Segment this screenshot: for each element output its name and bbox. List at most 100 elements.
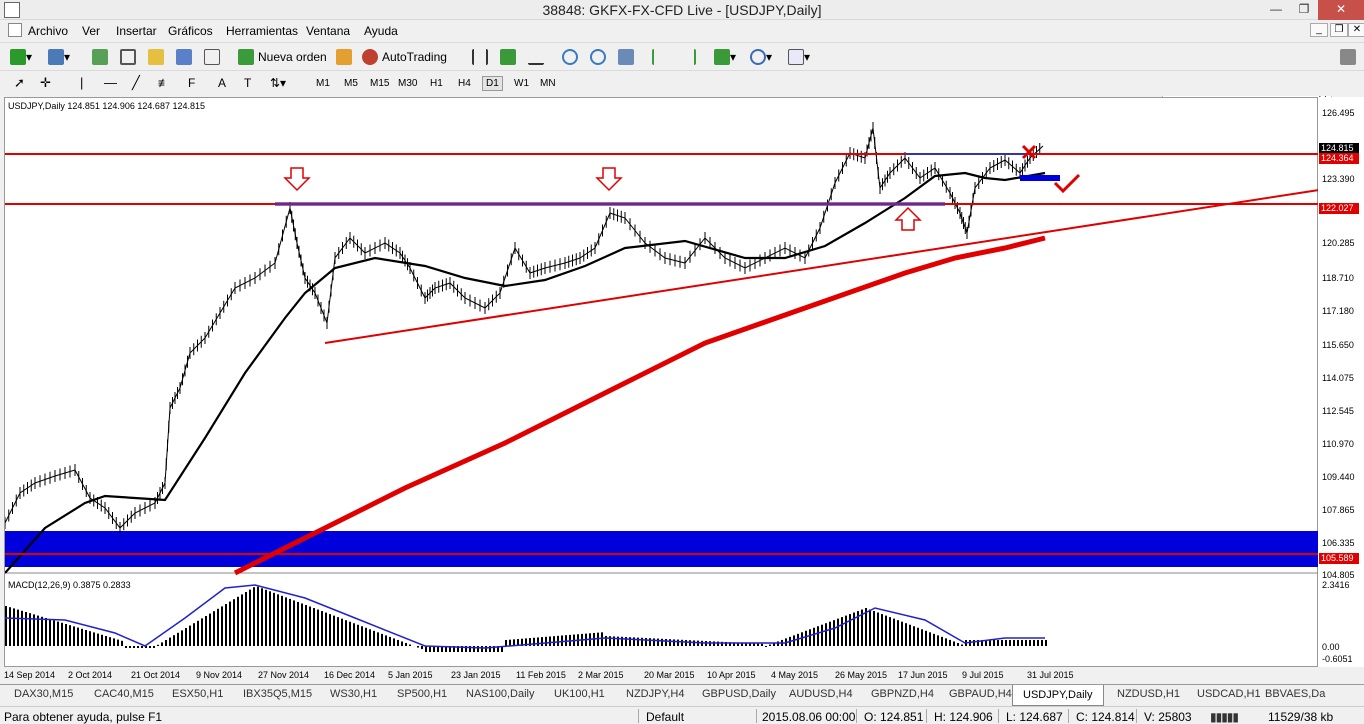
menu-graficos[interactable]: Gráficos xyxy=(168,24,213,38)
mdi-restore-button[interactable]: ❐ xyxy=(1330,23,1348,37)
chart-tab[interactable]: USDJPY,Daily xyxy=(1012,685,1104,706)
chart-tab[interactable]: GBPAUD,H4 xyxy=(949,688,1012,700)
chart-tab[interactable]: SP500,H1 xyxy=(397,688,447,700)
macd-bar xyxy=(121,640,123,646)
chart-tab[interactable]: USDCAD,H1 xyxy=(1197,688,1261,700)
new-order-button[interactable]: Nueva orden xyxy=(238,47,327,67)
macd-bar xyxy=(553,636,555,646)
community-button[interactable] xyxy=(1340,47,1356,67)
menu-ayuda[interactable]: Ayuda xyxy=(364,24,398,38)
price-axis: 126.495 123.390 120.285 118.710 117.180 115.6… xyxy=(1318,97,1364,667)
macd-bar xyxy=(825,623,827,646)
macd-bar xyxy=(1021,640,1023,646)
chart-shift-button[interactable] xyxy=(680,47,696,67)
macd-bar xyxy=(149,646,151,648)
macd-bar xyxy=(245,592,247,646)
zoom-in-button[interactable] xyxy=(562,47,578,67)
mdi-minimize-button[interactable]: _ xyxy=(1310,23,1328,37)
bar-chart-button[interactable] xyxy=(472,47,488,67)
profiles-button[interactable]: ▾ xyxy=(48,47,70,67)
templates-button[interactable]: ▾ xyxy=(788,47,810,67)
chart-tab[interactable]: IBX35Q5,M15 xyxy=(243,688,312,700)
macd-bar xyxy=(533,637,535,646)
metaeditor-button[interactable] xyxy=(336,47,352,67)
price-tick: 115.650 xyxy=(1322,340,1354,350)
macd-bar xyxy=(901,621,903,646)
timeframe-h1[interactable]: H1 xyxy=(430,78,443,89)
status-volume: V: 25803 xyxy=(1144,710,1192,724)
candlestick-button[interactable] xyxy=(500,47,516,67)
timeframe-w1[interactable]: W1 xyxy=(514,78,529,89)
new-chart-button[interactable]: ▾ xyxy=(10,47,32,67)
macd-bar xyxy=(237,596,239,646)
menu-archivo[interactable]: Archivo xyxy=(28,24,68,38)
minimize-button[interactable]: — xyxy=(1262,0,1290,20)
menu-insertar[interactable]: Insertar xyxy=(116,24,157,38)
trendline-tool-icon[interactable]: ╱ xyxy=(132,75,140,91)
maximize-button[interactable]: ❐ xyxy=(1290,0,1318,20)
macd-tick: -0.6051 xyxy=(1322,654,1353,664)
macd-bar xyxy=(129,646,131,648)
status-help: Para obtener ayuda, pulse F1 xyxy=(4,710,163,724)
cursor-tool-icon[interactable]: ➚ xyxy=(14,75,25,91)
chart-tab[interactable]: NZDJPY,H4 xyxy=(626,688,684,700)
navigator-button[interactable] xyxy=(120,47,136,67)
mdi-close-button[interactable]: ✕ xyxy=(1348,23,1364,37)
chart-canvas[interactable] xyxy=(4,97,1320,668)
crosshair-tool-icon[interactable]: ✛ xyxy=(40,75,51,91)
indicators-icon xyxy=(714,49,730,65)
zoom-out-button[interactable] xyxy=(590,47,606,67)
line-chart-button[interactable] xyxy=(528,47,544,67)
timeframe-m15[interactable]: M15 xyxy=(370,78,389,89)
channel-tool-icon[interactable]: ≢ xyxy=(158,76,170,90)
chart-tab[interactable]: GBPUSD,Daily xyxy=(702,688,776,700)
text-tool-icon[interactable]: A xyxy=(218,76,226,90)
data-window-button[interactable] xyxy=(148,47,164,67)
label-tool-icon[interactable]: T xyxy=(244,76,251,90)
close-button[interactable]: ✕ xyxy=(1318,0,1364,20)
arrows-tool-icon[interactable]: ⇅▾ xyxy=(270,76,286,90)
status-bar: Para obtener ayuda, pulse F1 Default 201… xyxy=(0,706,1364,724)
timeframe-mn[interactable]: MN xyxy=(540,78,556,89)
vertical-line-tool-icon[interactable]: | xyxy=(80,75,83,90)
price-chart[interactable] xyxy=(4,98,1320,668)
chart-tab[interactable]: NAS100,Daily xyxy=(466,688,534,700)
macd-bar xyxy=(645,638,647,646)
menu-herramientas[interactable]: Herramientas xyxy=(226,24,298,38)
timeframe-h4[interactable]: H4 xyxy=(458,78,471,89)
data-window-icon xyxy=(148,49,164,65)
chart-tab[interactable]: BBVAES,Da xyxy=(1265,688,1325,700)
macd-bar xyxy=(949,639,951,646)
timeframe-d1[interactable]: D1 xyxy=(482,76,503,91)
chart-tab[interactable]: DAX30,M15 xyxy=(14,688,73,700)
macd-bar xyxy=(337,617,339,646)
menu-ver[interactable]: Ver xyxy=(82,24,100,38)
periods-button[interactable]: ▾ xyxy=(750,47,772,67)
tile-windows-button[interactable] xyxy=(618,47,634,67)
timeframe-m30[interactable]: M30 xyxy=(398,78,417,89)
market-watch-button[interactable] xyxy=(92,47,108,67)
timeframe-m5[interactable]: M5 xyxy=(344,78,358,89)
macd-bar xyxy=(889,617,891,646)
terminal-button[interactable] xyxy=(176,47,192,67)
timeframe-m1[interactable]: M1 xyxy=(316,78,330,89)
chart-tab[interactable]: AUDUSD,H4 xyxy=(789,688,853,700)
chart-tab[interactable]: UK100,H1 xyxy=(554,688,605,700)
chart-tab[interactable]: GBPNZD,H4 xyxy=(871,688,934,700)
macd-bar xyxy=(689,640,691,646)
indicators-button[interactable]: ▾ xyxy=(714,47,736,67)
tester-button[interactable] xyxy=(204,47,220,67)
horizontal-line-tool-icon[interactable]: — xyxy=(104,75,117,90)
autoscroll-button[interactable] xyxy=(652,47,668,67)
chart-tab[interactable]: CAC40,M15 xyxy=(94,688,154,700)
macd-bar xyxy=(189,625,191,646)
menu-ventana[interactable]: Ventana xyxy=(306,24,350,38)
chart-tab[interactable]: NZDUSD,H1 xyxy=(1117,688,1180,700)
autotrading-button[interactable]: AutoTrading xyxy=(362,47,447,67)
macd-bar xyxy=(865,608,867,646)
chart-tab[interactable]: WS30,H1 xyxy=(330,688,377,700)
fibonacci-tool-icon[interactable]: F xyxy=(188,76,195,90)
macd-bar xyxy=(73,626,75,646)
macd-bar xyxy=(229,601,231,646)
chart-tab[interactable]: ESX50,H1 xyxy=(172,688,223,700)
